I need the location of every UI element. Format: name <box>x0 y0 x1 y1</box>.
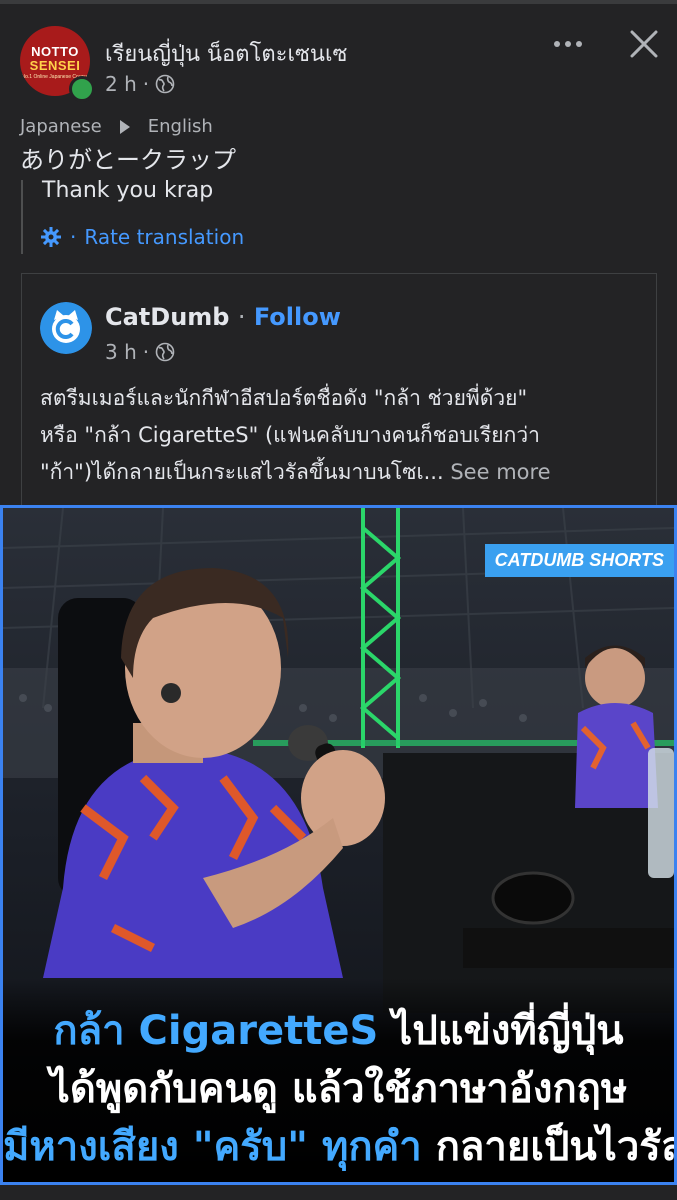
post-time[interactable]: 2 h <box>105 72 137 96</box>
video-thumbnail[interactable]: CATDUMB SHORTS กล้า CigaretteS ไปแข่งที่… <box>0 505 677 1185</box>
original-post-text: ありがとークラップ <box>20 146 236 174</box>
shared-text-line: หรือ "กล้า CigaretteS" (แฟนคลับบางคนก็ชอ… <box>40 423 540 447</box>
caption-line-1-highlight: กล้า CigaretteS <box>53 1008 379 1054</box>
caption-line-1: กล้า CigaretteS ไปแข่งที่ญี่ปุ่น <box>3 998 674 1062</box>
shared-text-line: สตรีมเมอร์และนักกีฬาอีสปอร์ตชื่อดัง "กล้… <box>40 386 528 410</box>
meta-separator: · <box>142 72 150 96</box>
shared-post-text: สตรีมเมอร์และนักกีฬาอีสปอร์ตชื่อดัง "กล้… <box>40 380 640 491</box>
gear-icon <box>41 227 61 247</box>
post-meta: 2 h · <box>105 72 175 96</box>
close-icon[interactable] <box>628 28 660 60</box>
shared-post-meta: 3 h · <box>105 340 175 364</box>
shared-author-name[interactable]: CatDumb <box>105 303 229 331</box>
translation-languages: Japanese English <box>20 116 213 137</box>
arrow-right-icon <box>119 119 130 134</box>
caption-line-2: ได้พูดกับคนดู แล้วใช้ภาษาอังกฤษ <box>49 1066 628 1112</box>
meta-separator: · <box>142 340 150 364</box>
top-divider <box>0 0 677 4</box>
shared-post-time[interactable]: 3 h <box>105 340 137 364</box>
shared-text-line-tail: "ก้า")ได้กลายเป็นกระแสไวรัลขึ้นมาบนโซเ..… <box>40 460 444 484</box>
translated-text: Thank you krap <box>42 178 214 203</box>
author-separator: · <box>237 303 246 331</box>
online-status-dot <box>69 76 95 102</box>
avatar-logo-line2: SENSEI <box>29 58 81 73</box>
rate-translation-link[interactable]: · Rate translation <box>40 225 244 249</box>
caption-line-1-rest: ไปแข่งที่ญี่ปุ่น <box>392 1008 624 1054</box>
globe-icon <box>155 342 175 362</box>
catdumb-avatar[interactable] <box>40 302 92 354</box>
globe-icon <box>155 74 175 94</box>
caption-line-3-highlight: มีหางเสียง "ครับ" ทุกคำ <box>3 1124 422 1170</box>
page-name-link[interactable]: เรียนญี่ปุ่น น็อตโตะเซนเซ <box>105 36 347 71</box>
follow-button[interactable]: Follow <box>254 303 341 331</box>
shared-author-row: CatDumb · Follow <box>105 303 341 331</box>
source-language: Japanese <box>20 116 102 137</box>
caption-line-3: มีหางเสียง "ครับ" ทุกคำ กลายเป็นไวรัล <box>3 1114 674 1178</box>
rate-translation-label: Rate translation <box>84 225 245 249</box>
translation-quote-bar <box>21 180 23 254</box>
rate-separator: · <box>70 225 77 249</box>
more-options-icon[interactable] <box>550 30 586 58</box>
bottom-strip <box>0 1188 677 1200</box>
shared-text-line: "ก้า")ได้กลายเป็นกระแสไวรัลขึ้นมาบนโซเ..… <box>40 454 640 491</box>
see-more-link[interactable]: See more <box>450 460 550 484</box>
catdumb-shorts-tag: CATDUMB SHORTS <box>484 544 674 577</box>
caption-line-3-rest: กลายเป็นไวรัล <box>435 1124 677 1170</box>
target-language: English <box>147 116 213 137</box>
avatar-logo-line1: NOTTO <box>31 44 79 59</box>
